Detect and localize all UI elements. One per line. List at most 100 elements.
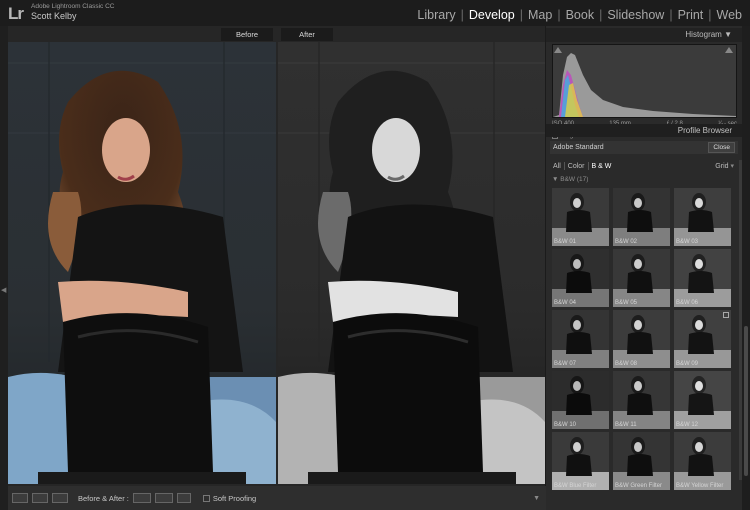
after-photo-image: [278, 42, 545, 484]
profile-preview-image: [613, 432, 670, 490]
before-label: Before: [221, 28, 273, 41]
profile-thumbnail[interactable]: B&W 10: [552, 371, 609, 429]
reference-view-icon[interactable]: [32, 493, 48, 503]
before-after-labels: Before After: [8, 26, 545, 42]
profile-preview-image: [674, 432, 731, 490]
profile-thumbnail-label: B&W 04: [554, 300, 577, 306]
scrollbar-thumb[interactable]: [744, 326, 748, 476]
module-develop[interactable]: Develop: [465, 8, 519, 22]
histogram-graph: [552, 44, 737, 118]
profile-preview-image: [552, 432, 609, 490]
profile-thumbnail[interactable]: B&W 12: [674, 371, 731, 429]
module-web[interactable]: Web: [713, 8, 746, 22]
view-mode-label: Grid: [715, 163, 729, 170]
profile-thumbnail[interactable]: B&W 11: [613, 371, 670, 429]
filter-color[interactable]: Color: [565, 163, 588, 170]
after-photo[interactable]: [278, 42, 545, 484]
profile-thumbnail[interactable]: B&W 04: [552, 249, 609, 307]
favorite-star-icon[interactable]: [723, 312, 729, 318]
before-photo[interactable]: [8, 42, 276, 484]
profile-thumbnail[interactable]: B&W 03: [674, 188, 731, 246]
profile-preview-image: [674, 310, 731, 368]
profile-thumbnail[interactable]: B&W Yellow Filter: [674, 432, 731, 490]
profile-thumbnail-label: B&W 11: [615, 422, 637, 428]
module-picker: Library | Develop | Map | Book | Slidesh…: [413, 8, 746, 22]
before-after-view-icon[interactable]: [52, 493, 68, 503]
view-mode-select[interactable]: Grid ▾: [715, 162, 738, 170]
histogram-title: Histogram: [685, 30, 722, 39]
profile-thumbnail-label: B&W Yellow Filter: [676, 483, 724, 489]
profile-thumbnail-label: B&W 12: [676, 422, 699, 428]
profile-browser-title: Profile Browser: [677, 126, 732, 135]
profile-thumbnail[interactable]: B&W 07: [552, 310, 609, 368]
filter-bw[interactable]: B & W: [589, 163, 615, 170]
profile-thumbnail[interactable]: B&W 01: [552, 188, 609, 246]
soft-proofing-label: Soft Proofing: [212, 493, 257, 503]
profile-preview-image: [674, 371, 731, 429]
profile-preview-image: [613, 310, 670, 368]
chevron-down-icon: ▾: [730, 163, 734, 170]
profile-thumbnail-label: B&W 10: [554, 422, 577, 428]
triangle-left-icon[interactable]: ◀: [1, 286, 6, 294]
loupe-view-icon[interactable]: [12, 493, 28, 503]
current-profile-name: Adobe Standard: [553, 144, 604, 151]
profile-thumbnail[interactable]: B&W 05: [613, 249, 670, 307]
left-panel-collapsed[interactable]: ◀: [0, 26, 8, 510]
profile-preview-image: [552, 310, 609, 368]
swap-before-after-icon[interactable]: [176, 493, 191, 503]
current-profile-row: Adobe Standard Close: [550, 141, 738, 154]
copy-before-to-after-icon[interactable]: [132, 493, 151, 503]
triangle-down-icon[interactable]: ▼: [552, 176, 558, 183]
lightroom-logo: Lr: [8, 4, 24, 23]
module-book[interactable]: Book: [562, 8, 599, 22]
profile-preview-image: [613, 249, 670, 307]
product-name: Adobe Lightroom Classic CC: [31, 3, 115, 10]
after-label: After: [281, 28, 333, 41]
filter-all[interactable]: All: [550, 163, 564, 170]
profile-thumbnail[interactable]: B&W 06: [674, 249, 731, 307]
profile-group-label: B&W (17): [560, 176, 589, 183]
profile-thumbnail-label: B&W 07: [554, 361, 577, 367]
profile-thumbnail[interactable]: B&W 09: [674, 310, 731, 368]
user-name: Scott Kelby: [31, 11, 77, 21]
top-bar: Lr Adobe Lightroom Classic CC Scott Kelb…: [0, 0, 750, 26]
profile-thumbnail[interactable]: B&W 08: [613, 310, 670, 368]
module-library[interactable]: Library: [413, 8, 459, 22]
profile-group-header[interactable]: ▼ B&W (17): [552, 176, 588, 183]
triangle-down-icon[interactable]: ▼: [724, 30, 732, 39]
profile-thumbnail-label: B&W 03: [676, 239, 699, 245]
profile-browser-header: Profile Browser: [546, 124, 742, 137]
profile-preview-image: [552, 371, 609, 429]
module-print[interactable]: Print: [674, 8, 708, 22]
soft-proofing-checkbox[interactable]: [202, 494, 210, 502]
triangle-down-icon[interactable]: ▼: [533, 495, 540, 502]
profile-thumbnail-label: B&W 06: [676, 300, 699, 306]
profile-thumbnail-label: B&W Blue Filter: [554, 483, 597, 489]
module-slideshow[interactable]: Slideshow: [603, 8, 668, 22]
profile-filter-bar: All Color B & W Grid ▾: [550, 160, 738, 172]
profile-preview-image: [613, 371, 670, 429]
profile-preview-image: [674, 188, 731, 246]
copy-after-to-before-icon[interactable]: [154, 493, 173, 503]
profile-thumbnail-label: B&W 01: [554, 239, 577, 245]
before-after-view: Before After: [8, 26, 545, 486]
profile-preview-image: [552, 188, 609, 246]
right-edge-strip: [742, 26, 750, 510]
profile-thumbnail-label: B&W Green Filter: [615, 483, 663, 489]
profile-preview-image: [674, 249, 731, 307]
profile-thumbnail-label: B&W 08: [615, 361, 638, 367]
profile-thumbnail-label: B&W 02: [615, 239, 638, 245]
histogram-plot: [553, 45, 736, 117]
profile-preview-image: [552, 249, 609, 307]
profile-thumbnail[interactable]: B&W 02: [613, 188, 670, 246]
profile-preview-image: [613, 188, 670, 246]
before-photo-image: [8, 42, 276, 484]
profile-thumbnail[interactable]: B&W Green Filter: [613, 432, 670, 490]
bottom-toolbar: Before & After : Soft Proofing ▼: [8, 486, 546, 510]
close-button[interactable]: Close: [708, 142, 735, 153]
profile-thumbnail[interactable]: B&W Blue Filter: [552, 432, 609, 490]
module-map[interactable]: Map: [524, 8, 556, 22]
histogram-header[interactable]: Histogram ▼: [546, 28, 742, 42]
profile-thumbnail-label: B&W 09: [676, 361, 699, 367]
profile-thumbnail-label: B&W 05: [615, 300, 638, 306]
